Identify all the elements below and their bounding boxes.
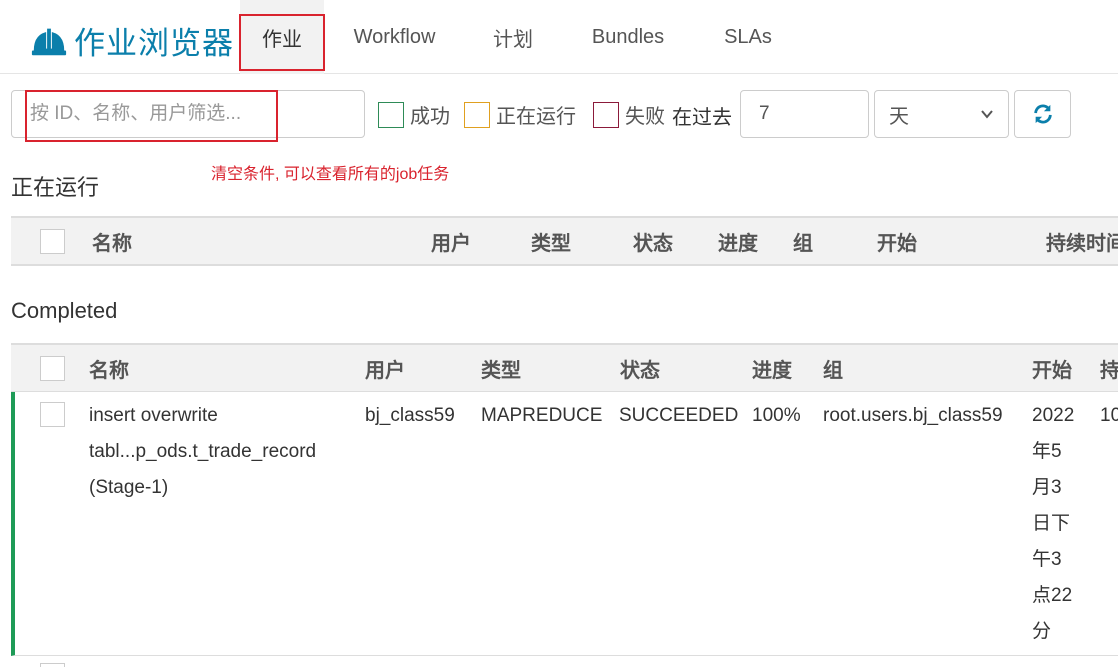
refresh-icon bbox=[1033, 104, 1052, 124]
row-checkbox[interactable] bbox=[40, 663, 65, 667]
col-duration[interactable]: 持 bbox=[1100, 345, 1118, 391]
select-all-completed-checkbox[interactable] bbox=[40, 356, 65, 381]
col-name[interactable]: 名称 bbox=[92, 218, 132, 264]
job-type: MAPREDUCE bbox=[481, 405, 603, 426]
completed-section-title: Completed bbox=[11, 298, 118, 323]
hard-hat-icon bbox=[31, 27, 67, 55]
filter-failed[interactable]: 失败 bbox=[593, 100, 665, 129]
in-past-label: 在过去 bbox=[672, 107, 732, 129]
running-label: 正在运行 bbox=[496, 106, 576, 128]
col-start[interactable]: 开始 bbox=[877, 218, 917, 264]
running-checkbox[interactable] bbox=[464, 101, 490, 128]
col-type[interactable]: 类型 bbox=[481, 345, 521, 391]
job-progress: 100% bbox=[752, 405, 801, 426]
tab-jobs[interactable]: 作业 bbox=[240, 0, 324, 74]
col-group[interactable]: 组 bbox=[823, 345, 843, 391]
job-start: 2022 年5 月3 日下 午3 点22 分 bbox=[1032, 405, 1075, 642]
col-start[interactable]: 开始 bbox=[1032, 345, 1072, 391]
top-header: 作业浏览器 作业 Workflow 计划 Bundles SLAs bbox=[0, 0, 1118, 74]
table-row[interactable]: insert overwrite tabl...p_ods.t_trade_re… bbox=[11, 392, 1118, 656]
app-logo[interactable]: 作业浏览器 bbox=[30, 18, 234, 63]
main-nav: 作业 Workflow 计划 Bundles SLAs bbox=[240, 0, 801, 74]
refresh-button[interactable] bbox=[1014, 90, 1071, 138]
succeeded-checkbox[interactable] bbox=[378, 101, 404, 128]
col-user[interactable]: 用户 bbox=[365, 345, 405, 391]
time-unit-select[interactable]: 天 bbox=[874, 90, 1009, 138]
col-progress[interactable]: 进度 bbox=[718, 218, 758, 264]
job-status: SUCCEEDED bbox=[619, 405, 739, 426]
days-input[interactable] bbox=[740, 90, 869, 138]
col-type[interactable]: 类型 bbox=[531, 218, 571, 264]
succeeded-label: 成功 bbox=[410, 106, 450, 128]
col-progress[interactable]: 进度 bbox=[752, 345, 792, 391]
job-group: root.users.bj_class59 bbox=[823, 405, 1003, 426]
failed-checkbox[interactable] bbox=[593, 101, 619, 128]
col-duration[interactable]: 持续时间 bbox=[1046, 218, 1118, 264]
select-all-running-checkbox[interactable] bbox=[40, 229, 65, 254]
job-user: bj_class59 bbox=[365, 405, 455, 426]
app-title: 作业浏览器 bbox=[74, 26, 234, 62]
filter-running[interactable]: 正在运行 bbox=[464, 100, 576, 129]
running-table-header: 名称 用户 类型 状态 进度 组 开始 持续时间 bbox=[11, 216, 1118, 266]
chevron-down-icon bbox=[981, 110, 993, 119]
tab-slas[interactable]: SLAs bbox=[695, 0, 801, 74]
filter-succeeded[interactable]: 成功 bbox=[378, 100, 450, 129]
col-group[interactable]: 组 bbox=[793, 218, 813, 264]
next-table-row bbox=[11, 657, 1118, 667]
row-checkbox[interactable] bbox=[40, 402, 65, 427]
running-section-title: 正在运行 bbox=[11, 175, 100, 200]
col-user[interactable]: 用户 bbox=[431, 218, 471, 264]
completed-table-header: 名称 用户 类型 状态 进度 组 开始 持 bbox=[11, 343, 1118, 393]
job-duration: 10 bbox=[1100, 405, 1118, 426]
tab-workflow[interactable]: Workflow bbox=[324, 0, 465, 74]
annotation-hint: 清空条件, 可以查看所有的job任务 bbox=[211, 166, 450, 183]
tab-bundles[interactable]: Bundles bbox=[561, 0, 695, 74]
failed-label: 失败 bbox=[625, 106, 665, 128]
tab-schedules[interactable]: 计划 bbox=[465, 0, 561, 74]
time-unit-value: 天 bbox=[889, 105, 909, 128]
col-status[interactable]: 状态 bbox=[620, 345, 660, 391]
col-name[interactable]: 名称 bbox=[89, 345, 129, 391]
search-input[interactable] bbox=[11, 90, 365, 138]
job-name[interactable]: insert overwrite tabl...p_ods.t_trade_re… bbox=[89, 398, 316, 506]
col-status[interactable]: 状态 bbox=[633, 218, 673, 264]
